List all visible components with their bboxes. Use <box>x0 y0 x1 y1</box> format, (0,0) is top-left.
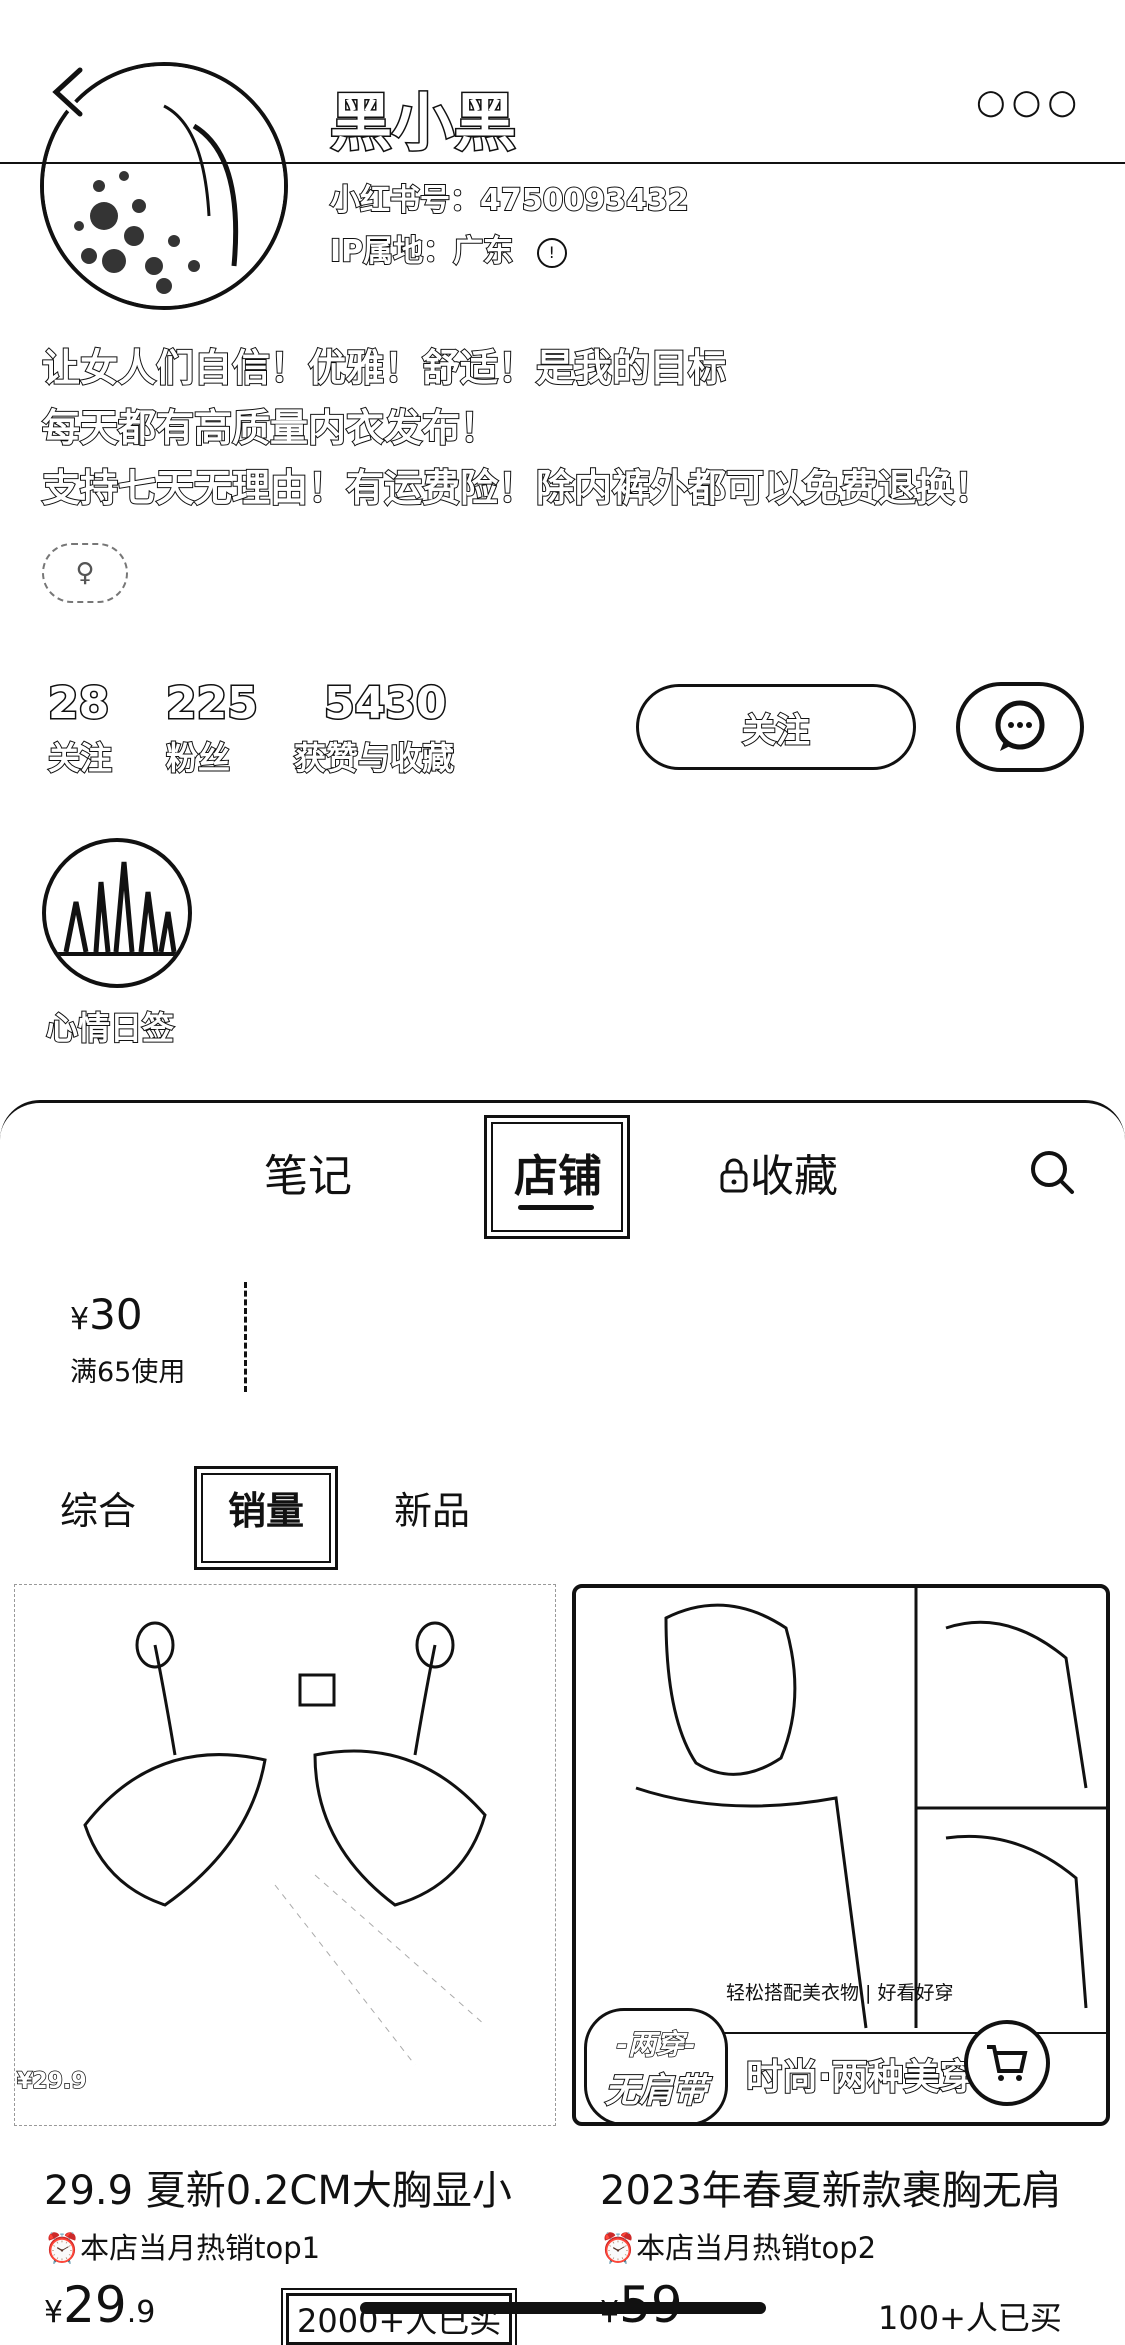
header-divider <box>0 162 1125 164</box>
search-icon[interactable] <box>1028 1148 1076 1196</box>
follow-label: 关注 <box>741 710 811 752</box>
profile-name: 黑小黑 <box>328 85 517 161</box>
ip-location: IP属地：广东 <box>329 233 514 270</box>
female-icon: ♀ <box>42 543 128 603</box>
tab-notes[interactable]: 笔记 <box>264 1140 352 1204</box>
sort-overall[interactable]: 综合 <box>60 1480 136 1535</box>
coupon-amount[interactable]: ¥30 <box>70 1290 143 1339</box>
bio-line: 让女人们自信！优雅！舒适！是我的目标 <box>41 345 727 391</box>
stat-label: 关注 <box>47 738 113 778</box>
price-integer: 29 <box>63 2276 127 2334</box>
tab-collections-label: 收藏 <box>750 1151 838 1202</box>
bio: 让女人们自信！优雅！舒适！是我的目标 每天都有高质量内衣发布！ 支持七天无理由！… <box>41 338 993 518</box>
stat-value: 5430 <box>322 677 447 731</box>
image-price-caption: ¥29.9 <box>16 2068 87 2095</box>
chat-icon <box>995 700 1045 751</box>
tab-underline <box>518 1205 594 1210</box>
stat-value: 28 <box>46 677 110 731</box>
currency-symbol: ¥ <box>70 1302 90 1337</box>
stat-followers[interactable]: 225 粉丝 <box>165 677 260 779</box>
product-price: ¥29.9 <box>44 2276 155 2334</box>
stat-following[interactable]: 28 关注 <box>46 677 113 779</box>
badge-line: -两穿- <box>616 2027 697 2062</box>
product-tag: ⏰本店当月热销top1 <box>44 2225 320 2267</box>
coupon-condition: 满65使用 <box>70 1357 186 1388</box>
sort-new[interactable]: 新品 <box>394 1480 470 1535</box>
red-id: 小红书号：4750093432 <box>329 182 690 219</box>
currency-symbol: ¥ <box>44 2295 64 2330</box>
mood-label: 心情日签 <box>45 1008 175 1048</box>
info-icon[interactable]: ! <box>536 237 567 268</box>
sort-sales[interactable]: 销量 <box>228 1480 304 1535</box>
ip-location-row: IP属地：广东 ! <box>329 226 567 270</box>
product-title[interactable]: 29.9 夏新0.2CM大胸显小 <box>44 2158 530 2216</box>
product-title[interactable]: 2023年春夏新款裹胸无肩 <box>600 2158 1120 2216</box>
bio-line: 每天都有高质量内衣发布！ <box>41 405 499 451</box>
product-image[interactable]: ¥29.9 <box>14 1584 556 2126</box>
image-subcaption: 轻松搭配美衣物 | 好看好穿 <box>726 1982 954 2004</box>
product-tag: ⏰本店当月热销top2 <box>600 2225 876 2267</box>
stat-label: 获赞与收藏 <box>293 738 455 778</box>
coupon-value: 30 <box>89 1290 143 1339</box>
bio-line: 支持七天无理由！有运费险！除内裤外都可以免费退换！ <box>41 465 993 511</box>
tab-shop[interactable]: 店铺 <box>514 1140 602 1204</box>
back-chevron-icon[interactable] <box>42 62 102 122</box>
product-sold: 100+人已买 <box>878 2299 1062 2337</box>
stat-value: 225 <box>165 677 260 731</box>
stat-label: 粉丝 <box>165 738 231 778</box>
product-sold: 2000+人已买 <box>280 2288 518 2345</box>
badge-line: 无肩带 <box>604 2070 708 2112</box>
coupon-divider <box>244 1282 247 1392</box>
tag-text: 本店当月热销top1 <box>80 2231 321 2265</box>
two-way-badge: -两穿- 无肩带 <box>584 2008 728 2122</box>
hot-sale-icon: ⏰ <box>44 2231 81 2265</box>
tab-collections[interactable]: 收藏 <box>718 1140 838 1204</box>
stat-likes[interactable]: 5430 获赞与收藏 <box>293 677 455 779</box>
hot-sale-icon: ⏰ <box>600 2231 637 2265</box>
more-options-icon[interactable]: ○○○ <box>976 82 1083 122</box>
price-decimal: .9 <box>126 2295 156 2330</box>
follow-button[interactable]: 关注 <box>636 684 916 770</box>
mood-thumbnail[interactable] <box>42 838 192 988</box>
cart-icon[interactable] <box>964 2020 1050 2106</box>
lock-icon <box>720 1158 748 1193</box>
message-button[interactable] <box>956 682 1084 772</box>
tag-text: 本店当月热销top2 <box>636 2231 877 2265</box>
home-indicator[interactable] <box>360 2302 766 2314</box>
product-image[interactable]: -两穿- 无肩带 轻松搭配美衣物 | 好看好穿 时尚·两种美穿法 <box>572 1584 1110 2126</box>
